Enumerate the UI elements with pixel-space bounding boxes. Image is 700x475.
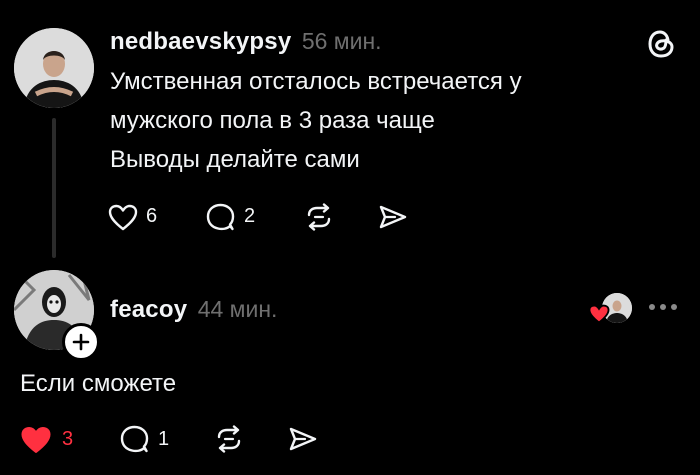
comment-icon bbox=[120, 425, 150, 453]
share-icon[interactable] bbox=[378, 204, 408, 230]
plus-icon bbox=[71, 332, 91, 352]
reply-body: Если сможете bbox=[20, 370, 177, 397]
post-line-2: мужского пола в 3 раза чаще bbox=[110, 107, 435, 134]
reply-count: 2 bbox=[244, 205, 256, 227]
small-heart-icon bbox=[588, 304, 610, 324]
share-icon[interactable] bbox=[288, 426, 318, 452]
repost-icon[interactable] bbox=[304, 203, 334, 231]
post-body: Умственная отсталось встречается у мужск… bbox=[110, 62, 670, 179]
post-time: 56 мин. bbox=[301, 28, 382, 54]
thread-connector-line bbox=[52, 118, 56, 258]
post-actions: 6 2 bbox=[108, 202, 428, 232]
author-avatar[interactable] bbox=[14, 28, 94, 108]
follow-plus-button[interactable] bbox=[62, 323, 100, 361]
like-count: 6 bbox=[146, 205, 158, 227]
comment-icon bbox=[206, 203, 236, 231]
heart-icon bbox=[108, 204, 138, 231]
repost-icon[interactable] bbox=[214, 425, 244, 453]
reply-button[interactable]: 2 bbox=[206, 202, 268, 232]
reply-like-count: 3 bbox=[62, 428, 74, 450]
post-username[interactable]: nedbaevskypsy bbox=[110, 28, 291, 55]
reply-time: 44 мин. bbox=[197, 296, 278, 322]
reply-username[interactable]: feacoy bbox=[110, 296, 187, 323]
reply-like-button[interactable]: 3 bbox=[20, 424, 82, 454]
reply-comment-count: 1 bbox=[158, 428, 170, 450]
heart-filled-icon bbox=[20, 426, 52, 454]
post-line-3: Выводы делайте сами bbox=[110, 146, 360, 173]
post-line-1: Умственная отсталось встречается у bbox=[110, 68, 522, 95]
like-button[interactable]: 6 bbox=[108, 202, 170, 232]
liked-by-author-indicator bbox=[588, 293, 632, 325]
more-icon[interactable] bbox=[648, 303, 678, 311]
reply-header: feacoy 44 мин. bbox=[110, 296, 277, 324]
threads-logo-icon[interactable] bbox=[646, 28, 676, 60]
reply-comment-button[interactable]: 1 bbox=[120, 424, 182, 454]
post-header: nedbaevskypsy 56 мин. bbox=[110, 28, 382, 56]
reply-actions: 3 1 bbox=[20, 424, 340, 454]
